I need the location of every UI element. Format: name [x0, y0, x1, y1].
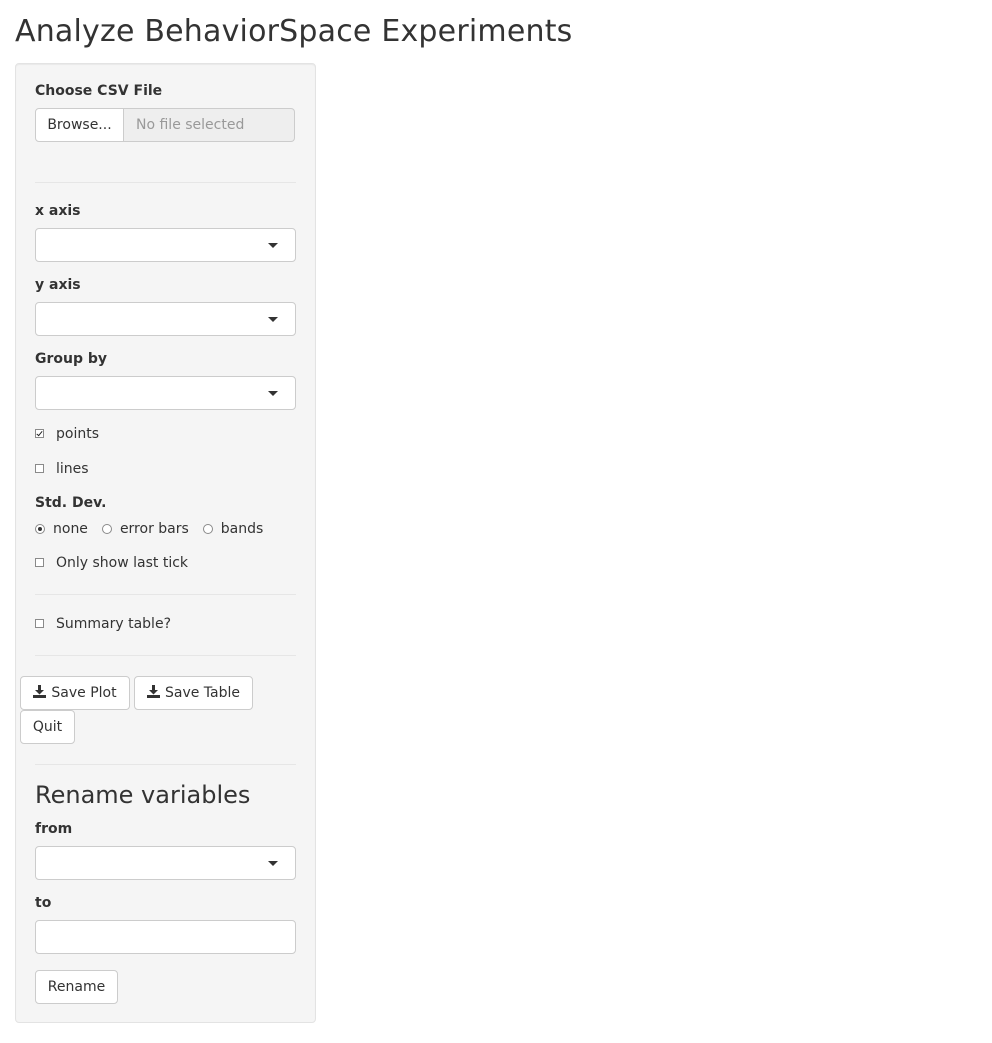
- divider: [35, 594, 296, 595]
- radio-none-label: none: [53, 521, 88, 537]
- from-label: from: [35, 821, 73, 837]
- radio-bands-label: bands: [220, 521, 264, 537]
- std-dev-option-error-bars[interactable]: error bars: [101, 521, 189, 537]
- radio-error-bars-label: error bars: [119, 521, 189, 537]
- dropdown-caret-icon: [268, 861, 278, 866]
- download-icon: [33, 684, 47, 702]
- page-title: Analyze BehaviorSpace Experiments: [15, 14, 573, 49]
- radio-none[interactable]: [35, 524, 45, 534]
- dropdown-caret-icon: [268, 243, 278, 248]
- to-label: to: [35, 895, 52, 911]
- points-checkbox[interactable]: [35, 428, 44, 438]
- last-tick-checkbox[interactable]: [35, 557, 44, 567]
- sidebar-panel: Choose CSV File Browse... No file select…: [15, 63, 316, 1023]
- divider: [35, 764, 296, 765]
- radio-error-bars[interactable]: [101, 524, 112, 534]
- browse-button[interactable]: Browse...: [35, 108, 124, 142]
- download-icon: [146, 684, 160, 702]
- points-label: points: [56, 426, 99, 442]
- group-by-label: Group by: [35, 351, 108, 367]
- lines-label: lines: [56, 461, 89, 477]
- to-input[interactable]: [35, 920, 296, 954]
- x-axis-select[interactable]: [35, 228, 296, 262]
- rename-variables-heading: Rename variables: [35, 781, 251, 809]
- last-tick-label: Only show last tick: [56, 555, 189, 571]
- last-tick-checkbox-row[interactable]: Only show last tick: [35, 553, 188, 573]
- rename-button[interactable]: Rename: [35, 970, 118, 1004]
- quit-button[interactable]: Quit: [20, 710, 75, 744]
- y-axis-label: y axis: [35, 277, 81, 293]
- lines-checkbox[interactable]: [35, 463, 44, 473]
- summary-table-label: Summary table?: [56, 616, 171, 632]
- save-plot-label: Save Plot: [51, 685, 117, 701]
- divider: [35, 655, 296, 656]
- from-select[interactable]: [35, 846, 296, 880]
- y-axis-select[interactable]: [35, 302, 296, 336]
- dropdown-caret-icon: [268, 391, 278, 396]
- file-name-display: No file selected: [124, 108, 295, 142]
- save-plot-button[interactable]: Save Plot: [20, 676, 130, 710]
- group-by-select[interactable]: [35, 376, 296, 410]
- lines-checkbox-row[interactable]: lines: [35, 459, 89, 479]
- std-dev-option-none[interactable]: none: [35, 521, 88, 537]
- std-dev-label: Std. Dev.: [35, 495, 107, 511]
- csv-file-label: Choose CSV File: [35, 83, 163, 99]
- summary-table-checkbox-row[interactable]: Summary table?: [35, 614, 171, 634]
- dropdown-caret-icon: [268, 317, 278, 322]
- save-table-button[interactable]: Save Table: [134, 676, 253, 710]
- csv-file-input[interactable]: Browse... No file selected: [35, 108, 295, 142]
- points-checkbox-row[interactable]: points: [35, 424, 99, 444]
- save-table-label: Save Table: [164, 685, 241, 701]
- std-dev-radio-group: none error bars bands: [35, 519, 277, 539]
- x-axis-label: x axis: [35, 203, 81, 219]
- std-dev-option-bands[interactable]: bands: [202, 521, 264, 537]
- summary-table-checkbox[interactable]: [35, 618, 44, 628]
- divider: [35, 182, 296, 183]
- radio-bands[interactable]: [202, 524, 213, 534]
